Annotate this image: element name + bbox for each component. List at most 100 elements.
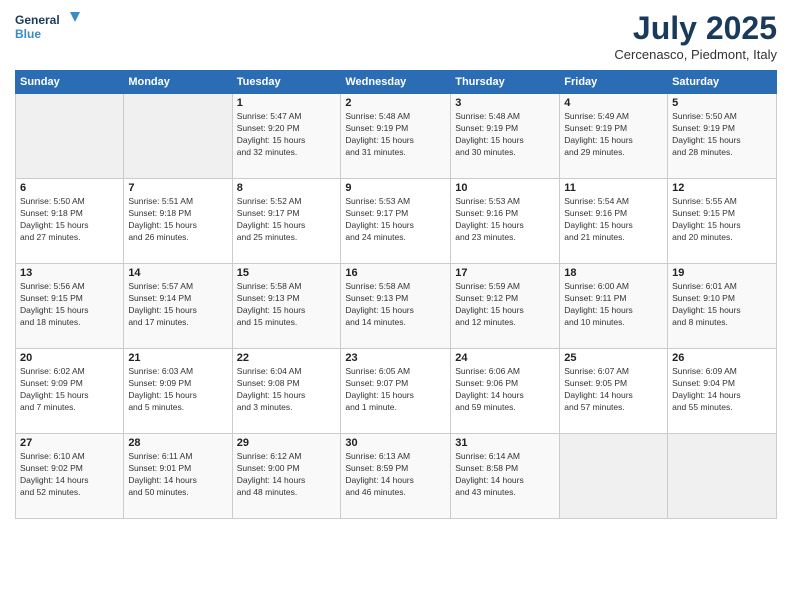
day-info: Sunrise: 5:58 AM Sunset: 9:13 PM Dayligh… bbox=[345, 281, 446, 329]
day-number: 1 bbox=[237, 97, 337, 109]
week-row-3: 20 Sunrise: 6:02 AM Sunset: 9:09 PM Dayli… bbox=[16, 349, 777, 434]
day-number: 4 bbox=[564, 97, 663, 109]
day-number: 28 bbox=[128, 437, 227, 449]
day-number: 22 bbox=[237, 352, 337, 364]
day-info: Sunrise: 5:57 AM Sunset: 9:14 PM Dayligh… bbox=[128, 281, 227, 329]
day-number: 17 bbox=[455, 267, 555, 279]
day-info: Sunrise: 5:50 AM Sunset: 9:19 PM Dayligh… bbox=[672, 111, 772, 159]
day-cell: 25 Sunrise: 6:07 AM Sunset: 9:05 PM Dayli… bbox=[560, 349, 668, 434]
logo: General Blue bbox=[15, 10, 85, 48]
calendar-page: General Blue July 2025 Cercenasco, Piedm… bbox=[0, 0, 792, 612]
month-title: July 2025 bbox=[614, 10, 777, 47]
day-cell bbox=[668, 434, 777, 519]
day-info: Sunrise: 5:53 AM Sunset: 9:17 PM Dayligh… bbox=[345, 196, 446, 244]
day-cell: 17 Sunrise: 5:59 AM Sunset: 9:12 PM Dayli… bbox=[451, 264, 560, 349]
day-info: Sunrise: 5:56 AM Sunset: 9:15 PM Dayligh… bbox=[20, 281, 119, 329]
day-number: 13 bbox=[20, 267, 119, 279]
day-info: Sunrise: 5:50 AM Sunset: 9:18 PM Dayligh… bbox=[20, 196, 119, 244]
day-cell: 13 Sunrise: 5:56 AM Sunset: 9:15 PM Dayli… bbox=[16, 264, 124, 349]
header-row: Sunday Monday Tuesday Wednesday Thursday… bbox=[16, 71, 777, 94]
day-info: Sunrise: 5:53 AM Sunset: 9:16 PM Dayligh… bbox=[455, 196, 555, 244]
logo-svg: General Blue bbox=[15, 10, 85, 48]
day-cell: 1 Sunrise: 5:47 AM Sunset: 9:20 PM Daylig… bbox=[232, 94, 341, 179]
day-info: Sunrise: 5:48 AM Sunset: 9:19 PM Dayligh… bbox=[345, 111, 446, 159]
col-saturday: Saturday bbox=[668, 71, 777, 94]
day-info: Sunrise: 6:04 AM Sunset: 9:08 PM Dayligh… bbox=[237, 366, 337, 414]
day-info: Sunrise: 6:10 AM Sunset: 9:02 PM Dayligh… bbox=[20, 451, 119, 499]
col-wednesday: Wednesday bbox=[341, 71, 451, 94]
calendar-table: Sunday Monday Tuesday Wednesday Thursday… bbox=[15, 70, 777, 519]
day-number: 31 bbox=[455, 437, 555, 449]
day-cell: 27 Sunrise: 6:10 AM Sunset: 9:02 PM Dayli… bbox=[16, 434, 124, 519]
day-info: Sunrise: 6:02 AM Sunset: 9:09 PM Dayligh… bbox=[20, 366, 119, 414]
day-number: 6 bbox=[20, 182, 119, 194]
day-info: Sunrise: 6:05 AM Sunset: 9:07 PM Dayligh… bbox=[345, 366, 446, 414]
day-number: 23 bbox=[345, 352, 446, 364]
day-number: 29 bbox=[237, 437, 337, 449]
day-info: Sunrise: 6:11 AM Sunset: 9:01 PM Dayligh… bbox=[128, 451, 227, 499]
week-row-4: 27 Sunrise: 6:10 AM Sunset: 9:02 PM Dayli… bbox=[16, 434, 777, 519]
day-number: 25 bbox=[564, 352, 663, 364]
svg-text:General: General bbox=[15, 13, 60, 27]
day-info: Sunrise: 5:52 AM Sunset: 9:17 PM Dayligh… bbox=[237, 196, 337, 244]
col-friday: Friday bbox=[560, 71, 668, 94]
page-header: General Blue July 2025 Cercenasco, Piedm… bbox=[15, 10, 777, 62]
day-cell: 16 Sunrise: 5:58 AM Sunset: 9:13 PM Dayli… bbox=[341, 264, 451, 349]
day-number: 24 bbox=[455, 352, 555, 364]
col-sunday: Sunday bbox=[16, 71, 124, 94]
day-number: 26 bbox=[672, 352, 772, 364]
day-cell: 24 Sunrise: 6:06 AM Sunset: 9:06 PM Dayli… bbox=[451, 349, 560, 434]
day-info: Sunrise: 6:12 AM Sunset: 9:00 PM Dayligh… bbox=[237, 451, 337, 499]
day-cell: 10Sunrise: 5:53 AM Sunset: 9:16 PM Dayli… bbox=[451, 179, 560, 264]
day-cell: 20 Sunrise: 6:02 AM Sunset: 9:09 PM Dayli… bbox=[16, 349, 124, 434]
day-number: 2 bbox=[345, 97, 446, 109]
day-number: 9 bbox=[345, 182, 446, 194]
day-number: 27 bbox=[20, 437, 119, 449]
day-cell: 21 Sunrise: 6:03 AM Sunset: 9:09 PM Dayli… bbox=[124, 349, 232, 434]
day-cell: 5 Sunrise: 5:50 AM Sunset: 9:19 PM Daylig… bbox=[668, 94, 777, 179]
day-cell bbox=[16, 94, 124, 179]
day-number: 30 bbox=[345, 437, 446, 449]
day-info: Sunrise: 5:55 AM Sunset: 9:15 PM Dayligh… bbox=[672, 196, 772, 244]
day-number: 16 bbox=[345, 267, 446, 279]
day-info: Sunrise: 6:09 AM Sunset: 9:04 PM Dayligh… bbox=[672, 366, 772, 414]
day-number: 14 bbox=[128, 267, 227, 279]
day-cell bbox=[124, 94, 232, 179]
day-number: 15 bbox=[237, 267, 337, 279]
day-info: Sunrise: 6:14 AM Sunset: 8:58 PM Dayligh… bbox=[455, 451, 555, 499]
day-cell: 6 Sunrise: 5:50 AM Sunset: 9:18 PM Daylig… bbox=[16, 179, 124, 264]
day-info: Sunrise: 6:00 AM Sunset: 9:11 PM Dayligh… bbox=[564, 281, 663, 329]
day-number: 3 bbox=[455, 97, 555, 109]
day-cell: 4 Sunrise: 5:49 AM Sunset: 9:19 PM Daylig… bbox=[560, 94, 668, 179]
day-info: Sunrise: 5:51 AM Sunset: 9:18 PM Dayligh… bbox=[128, 196, 227, 244]
svg-text:Blue: Blue bbox=[15, 27, 41, 41]
day-info: Sunrise: 5:47 AM Sunset: 9:20 PM Dayligh… bbox=[237, 111, 337, 159]
day-info: Sunrise: 5:49 AM Sunset: 9:19 PM Dayligh… bbox=[564, 111, 663, 159]
day-number: 21 bbox=[128, 352, 227, 364]
day-number: 20 bbox=[20, 352, 119, 364]
day-cell: 8 Sunrise: 5:52 AM Sunset: 9:17 PM Daylig… bbox=[232, 179, 341, 264]
week-row-2: 13 Sunrise: 5:56 AM Sunset: 9:15 PM Dayli… bbox=[16, 264, 777, 349]
day-cell: 28 Sunrise: 6:11 AM Sunset: 9:01 PM Dayli… bbox=[124, 434, 232, 519]
day-cell: 30Sunrise: 6:13 AM Sunset: 8:59 PM Dayli… bbox=[341, 434, 451, 519]
day-cell: 29 Sunrise: 6:12 AM Sunset: 9:00 PM Dayli… bbox=[232, 434, 341, 519]
col-tuesday: Tuesday bbox=[232, 71, 341, 94]
day-cell: 11Sunrise: 5:54 AM Sunset: 9:16 PM Dayli… bbox=[560, 179, 668, 264]
day-cell: 23 Sunrise: 6:05 AM Sunset: 9:07 PM Dayli… bbox=[341, 349, 451, 434]
day-info: Sunrise: 6:07 AM Sunset: 9:05 PM Dayligh… bbox=[564, 366, 663, 414]
day-info: Sunrise: 6:03 AM Sunset: 9:09 PM Dayligh… bbox=[128, 366, 227, 414]
day-info: Sunrise: 5:59 AM Sunset: 9:12 PM Dayligh… bbox=[455, 281, 555, 329]
day-info: Sunrise: 6:01 AM Sunset: 9:10 PM Dayligh… bbox=[672, 281, 772, 329]
day-cell: 12Sunrise: 5:55 AM Sunset: 9:15 PM Dayli… bbox=[668, 179, 777, 264]
day-cell: 14 Sunrise: 5:57 AM Sunset: 9:14 PM Dayli… bbox=[124, 264, 232, 349]
day-cell: 22 Sunrise: 6:04 AM Sunset: 9:08 PM Dayli… bbox=[232, 349, 341, 434]
day-number: 18 bbox=[564, 267, 663, 279]
day-info: Sunrise: 6:06 AM Sunset: 9:06 PM Dayligh… bbox=[455, 366, 555, 414]
day-cell: 2 Sunrise: 5:48 AM Sunset: 9:19 PM Daylig… bbox=[341, 94, 451, 179]
day-number: 19 bbox=[672, 267, 772, 279]
day-cell: 7Sunrise: 5:51 AM Sunset: 9:18 PM Daylig… bbox=[124, 179, 232, 264]
day-cell: 9 Sunrise: 5:53 AM Sunset: 9:17 PM Daylig… bbox=[341, 179, 451, 264]
col-monday: Monday bbox=[124, 71, 232, 94]
day-number: 8 bbox=[237, 182, 337, 194]
day-number: 5 bbox=[672, 97, 772, 109]
